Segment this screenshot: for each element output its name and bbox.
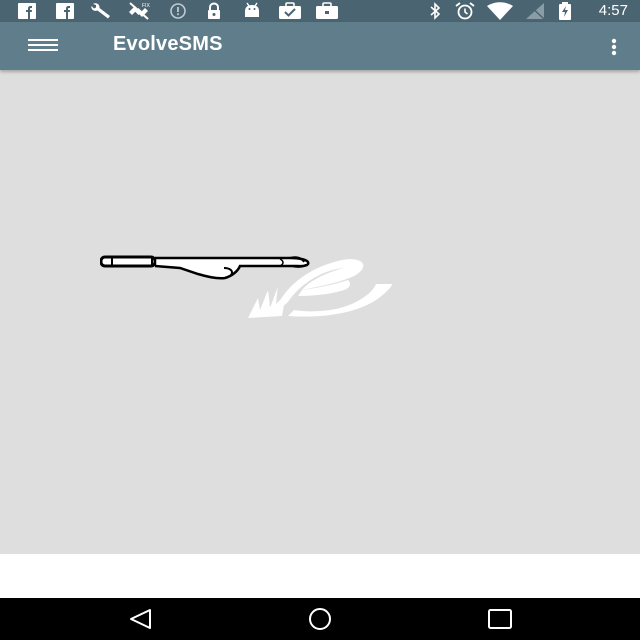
facebook-icon xyxy=(56,3,74,19)
app-title: EvolveSMS xyxy=(113,33,223,55)
signal-off-icon xyxy=(526,3,545,20)
satellite-off-icon: FIX xyxy=(129,2,150,20)
splash-content xyxy=(0,70,640,554)
wifi-icon xyxy=(487,2,513,20)
back-icon[interactable] xyxy=(120,604,160,634)
svg-text:FIX: FIX xyxy=(142,3,150,9)
hamburger-menu-icon[interactable] xyxy=(20,30,68,62)
pointing-hand-icon xyxy=(100,255,310,280)
recents-icon[interactable] xyxy=(480,604,520,634)
facebook-icon xyxy=(18,3,36,19)
alert-circle-icon xyxy=(170,3,186,19)
bottom-strip xyxy=(0,554,640,598)
screen: FIX 4:57 EvolveSMS xyxy=(0,0,640,640)
lock-icon xyxy=(208,2,220,19)
app-toolbar: EvolveSMS xyxy=(0,22,640,70)
home-icon[interactable] xyxy=(300,604,340,634)
alarm-icon xyxy=(455,2,475,20)
bluetooth-icon xyxy=(430,2,441,20)
status-bar: FIX 4:57 xyxy=(0,0,640,22)
status-time: 4:57 xyxy=(598,2,628,19)
work-briefcase-check-icon xyxy=(279,2,301,19)
wrench-icon xyxy=(91,3,110,19)
work-briefcase-icon xyxy=(316,2,338,19)
navigation-bar xyxy=(0,598,640,640)
android-icon xyxy=(245,2,259,17)
battery-charging-icon xyxy=(559,2,571,20)
more-vertical-icon[interactable] xyxy=(608,32,620,60)
